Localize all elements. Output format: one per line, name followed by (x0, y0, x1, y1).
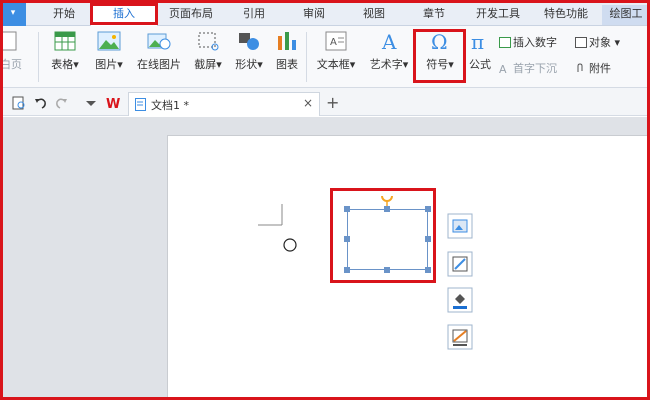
shape-highlight (330, 188, 436, 283)
full-window-highlight (0, 0, 650, 400)
insert-tab-highlight (90, 3, 158, 25)
symbol-button-highlight (413, 29, 466, 83)
